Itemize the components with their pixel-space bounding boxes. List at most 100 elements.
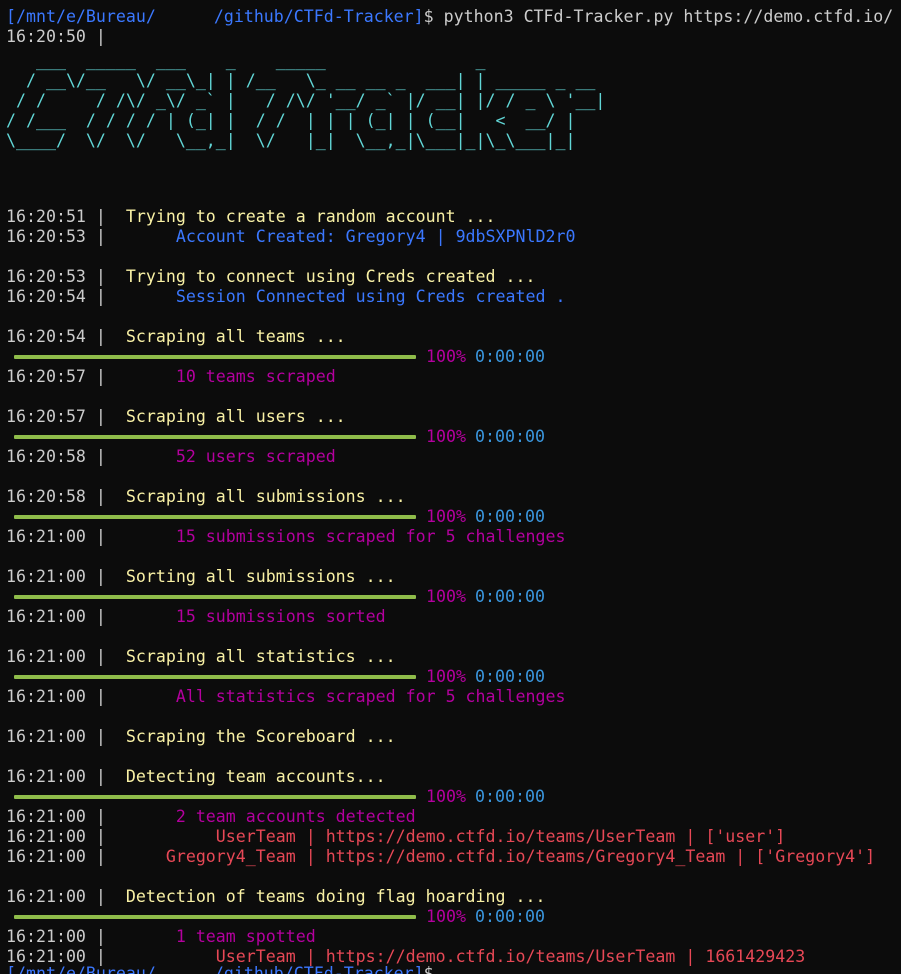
- log-timestamp: 16:21:00 |: [6, 767, 106, 786]
- progress-bar-fill: [14, 915, 416, 919]
- progress-bar-fill: [14, 435, 416, 439]
- log-line: 16:21:00 | Detection of teams doing flag…: [6, 887, 545, 907]
- progress-eta: 0:00:00: [475, 587, 545, 606]
- progress-eta: 0:00:00: [475, 507, 545, 526]
- log-line: 16:20:51 | Trying to create a random acc…: [6, 207, 496, 227]
- terminal-window[interactable]: [/mnt/e/Bureau//github/CTFd-Tracker]$ py…: [0, 0, 901, 974]
- log-message: Scraping the Scoreboard ...: [105, 727, 396, 746]
- command-text: python3 CTFd-Tracker.py https://demo.ctf…: [433, 7, 894, 26]
- log-line: 16:21:00 | 2 team accounts detected: [6, 807, 416, 827]
- log-timestamp: 16:21:00 |: [6, 647, 106, 666]
- log-line: 16:21:00 | Gregory4_Team | https://demo.…: [6, 847, 875, 867]
- log-message: Sorting all submissions ...: [105, 567, 396, 586]
- log-message: 52 users scraped: [105, 447, 336, 466]
- banner-line: / /___ / / / / | (_| | / / | | | (_| | (…: [6, 111, 576, 130]
- log-message: Scraping all submissions ...: [105, 487, 406, 506]
- log-line: 16:21:00 | Sorting all submissions ...: [6, 567, 396, 587]
- log-timestamp: 16:21:00 |: [6, 847, 106, 866]
- progress-eta: 0:00:00: [475, 427, 545, 446]
- log-timestamp: 16:21:00 |: [6, 727, 106, 746]
- log-timestamp: 16:21:00 |: [6, 827, 106, 846]
- log-line: 16:21:00 | 15 submissions scraped for 5 …: [6, 527, 565, 547]
- progress-eta: 0:00:00: [475, 787, 545, 806]
- log-timestamp: 16:21:00 |: [6, 687, 106, 706]
- log-timestamp: 16:20:54 |: [6, 287, 106, 306]
- redacted-username: [155, 8, 214, 27]
- log-line: 16:20:54 | Scraping all teams ...: [6, 327, 346, 347]
- log-line: 16:20:58 | 52 users scraped: [6, 447, 336, 467]
- log-message: 1 team spotted: [105, 927, 316, 946]
- banner-line: / / / /\/ _\/ _` | / /\/ '__/ _` |/ __| …: [6, 91, 606, 110]
- progress-percent: 100%: [426, 507, 466, 526]
- prompt-symbol: $: [423, 964, 434, 974]
- log-line: 16:21:00 | Scraping the Scoreboard ...: [6, 727, 396, 747]
- log-message: 2 team accounts detected: [105, 807, 416, 826]
- log-message: Detecting team accounts...: [105, 767, 386, 786]
- log-timestamp: 16:21:00 |: [6, 927, 106, 946]
- prompt-path-start: [/mnt/e/Bureau/: [6, 7, 156, 26]
- log-line: 16:20:58 | Scraping all submissions ...: [6, 487, 406, 507]
- log-line: 16:20:57 | 10 teams scraped: [6, 367, 336, 387]
- progress-bar-fill: [14, 515, 416, 519]
- prompt-symbol: $: [423, 7, 434, 26]
- log-line: 16:21:00 | Detecting team accounts...: [6, 767, 386, 787]
- prompt-path-end: /github/CTFd-Tracker]: [213, 7, 424, 26]
- log-message: UserTeam | https://demo.ctfd.io/teams/Us…: [105, 827, 786, 846]
- log-timestamp: 16:21:00 |: [6, 527, 106, 546]
- prompt-path-start: [/mnt/e/Bureau/: [6, 964, 156, 974]
- log-line: 16:21:00 | All statistics scraped for 5 …: [6, 687, 565, 707]
- progress-percent: 100%: [426, 427, 466, 446]
- banner-line: ___ _____ ___ _ _____ _: [6, 51, 486, 70]
- bottom-prompt-line: [/mnt/e/Bureau/ /github/CTFd-Tracker]$: [6, 962, 434, 974]
- progress-bar-fill: [14, 675, 416, 679]
- first-timestamp: 16:20:50 |: [6, 27, 106, 46]
- log-timestamp: 16:21:00 |: [6, 607, 106, 626]
- log-timestamp: 16:20:53 |: [6, 227, 106, 246]
- log-timestamp: 16:20:51 |: [6, 207, 106, 226]
- log-message: Scraping all users ...: [105, 407, 346, 426]
- log-timestamp: 16:21:00 |: [6, 887, 106, 906]
- log-line: 16:20:53 | Trying to connect using Creds…: [6, 267, 536, 287]
- log-line: 16:20:54 | Session Connected using Creds…: [6, 287, 565, 307]
- log-timestamp: 16:20:57 |: [6, 367, 106, 386]
- log-message: Detection of teams doing flag hoarding .…: [105, 887, 546, 906]
- log-message: All statistics scraped for 5 challenges: [105, 687, 566, 706]
- log-line: 16:20:57 | Scraping all users ...: [6, 407, 346, 427]
- progress-bar-fill: [14, 355, 416, 359]
- log-message: 15 submissions sorted: [105, 607, 386, 626]
- progress-bar-fill: [14, 595, 416, 599]
- log-timestamp: 16:20:54 |: [6, 327, 106, 346]
- log-timestamp: 16:20:57 |: [6, 407, 106, 426]
- log-message: Session Connected using Creds created .: [105, 287, 566, 306]
- command-prompt-line: [/mnt/e/Bureau/ /github/CTFd-Tracker]$ py…: [6, 7, 893, 27]
- progress-percent: 100%: [426, 347, 466, 366]
- progress-eta: 0:00:00: [475, 907, 545, 926]
- progress-eta: 0:00:00: [475, 667, 545, 686]
- log-timestamp: 16:20:53 |: [6, 267, 106, 286]
- log-message: Trying to connect using Creds created ..…: [105, 267, 536, 286]
- log-line: 16:20:53 | Account Created: Gregory4 | 9…: [6, 227, 575, 247]
- log-message: Trying to create a random account ...: [105, 207, 496, 226]
- log-timestamp: 16:20:58 |: [6, 447, 106, 466]
- log-line: 16:21:00 | 1 team spotted: [6, 927, 316, 947]
- banner-line: / __\/__ \/ __\_| | /__ \_ __ __ _ ___| …: [6, 71, 596, 90]
- log-timestamp: 16:21:00 |: [6, 567, 106, 586]
- log-message: 15 submissions scraped for 5 challenges: [105, 527, 566, 546]
- banner-line: \____/ \/ \/ \__,_| \/ |_| \__,_|\___|_|…: [6, 131, 576, 150]
- prompt-path-end: /github/CTFd-Tracker]: [213, 964, 424, 974]
- redacted-username: [155, 965, 214, 974]
- log-message: Scraping all statistics ...: [105, 647, 396, 666]
- log-message: 10 teams scraped: [105, 367, 336, 386]
- log-timestamp: 16:20:58 |: [6, 487, 106, 506]
- log-timestamp: 16:21:00 |: [6, 807, 106, 826]
- progress-percent: 100%: [426, 667, 466, 686]
- progress-percent: 100%: [426, 787, 466, 806]
- log-message: Account Created: Gregory4 | 9dbSXPNlD2r0: [105, 227, 576, 246]
- log-line: 16:21:00 | UserTeam | https://demo.ctfd.…: [6, 827, 785, 847]
- progress-bar-fill: [14, 795, 416, 799]
- progress-percent: 100%: [426, 907, 466, 926]
- progress-eta: 0:00:00: [475, 347, 545, 366]
- log-message: Scraping all teams ...: [105, 327, 346, 346]
- log-line: 16:21:00 | Scraping all statistics ...: [6, 647, 396, 667]
- progress-percent: 100%: [426, 587, 466, 606]
